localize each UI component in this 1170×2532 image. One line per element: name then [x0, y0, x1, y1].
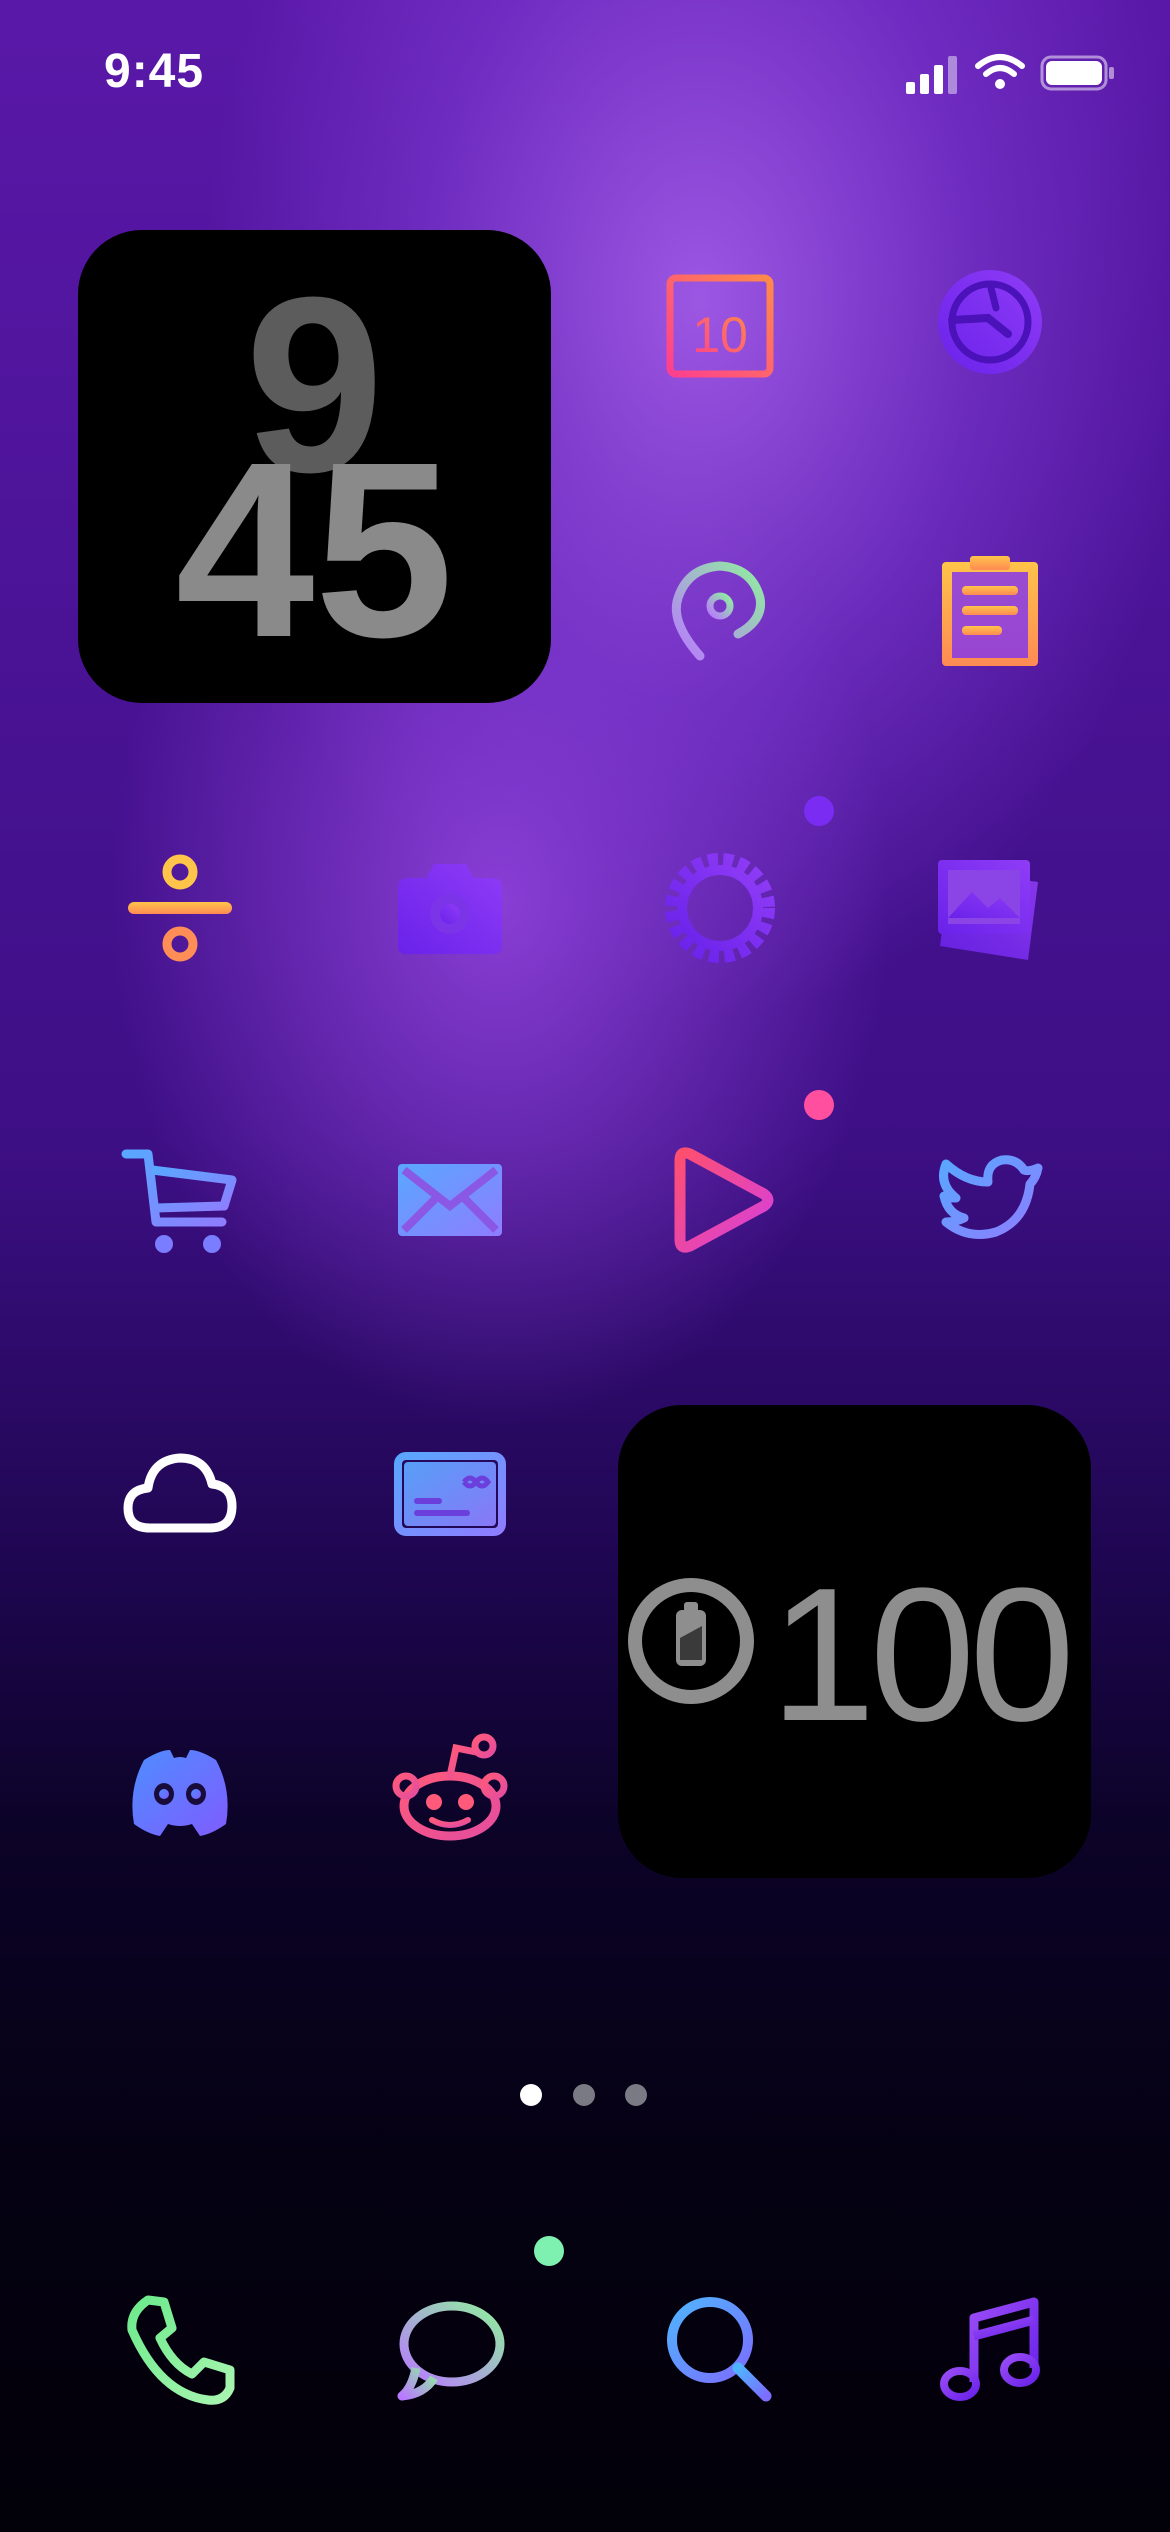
cloud-icon[interactable] — [120, 1432, 240, 1552]
search-icon[interactable] — [660, 2290, 780, 2410]
decorative-dot — [804, 1090, 834, 1120]
calculator-icon[interactable] — [120, 848, 240, 968]
discord-icon[interactable] — [120, 1728, 240, 1848]
mail-icon[interactable] — [390, 1140, 510, 1260]
cellular-signal-icon — [906, 56, 957, 94]
battery-level-icon — [628, 1578, 754, 1704]
twitter-icon[interactable] — [930, 1140, 1050, 1260]
phone-icon[interactable] — [120, 2290, 240, 2410]
notes-icon[interactable] — [930, 552, 1050, 672]
settings-icon[interactable] — [660, 848, 780, 968]
decorative-dot — [534, 2236, 564, 2266]
status-bar: 9:45 — [0, 0, 1170, 150]
messages-icon[interactable] — [390, 2290, 510, 2410]
clock-widget[interactable]: 9 45 — [78, 230, 551, 703]
decorative-dot — [804, 796, 834, 826]
photos-icon[interactable] — [930, 848, 1050, 968]
calendar-day-label: 10 — [692, 307, 748, 363]
shopping-cart-icon[interactable] — [120, 1140, 240, 1260]
maps-icon[interactable] — [660, 552, 780, 672]
safari-icon[interactable] — [930, 262, 1050, 382]
status-time: 9:45 — [104, 45, 205, 98]
wifi-icon — [975, 54, 1025, 89]
page-indicator[interactable] — [520, 2084, 650, 2108]
battery-percent-value: 100 — [770, 1549, 1075, 1761]
wallet-icon[interactable] — [390, 1432, 510, 1552]
battery-icon — [1040, 55, 1114, 91]
clock-minute: 45 — [175, 410, 454, 689]
reddit-icon[interactable] — [390, 1728, 510, 1848]
music-icon[interactable] — [930, 2290, 1050, 2410]
page-dot-3[interactable] — [625, 2084, 647, 2106]
play-icon[interactable] — [660, 1140, 780, 1260]
page-dot-2[interactable] — [573, 2084, 595, 2106]
calendar-icon[interactable]: 10 — [660, 262, 780, 382]
camera-icon[interactable] — [390, 848, 510, 968]
page-dot-1[interactable] — [520, 2084, 542, 2106]
